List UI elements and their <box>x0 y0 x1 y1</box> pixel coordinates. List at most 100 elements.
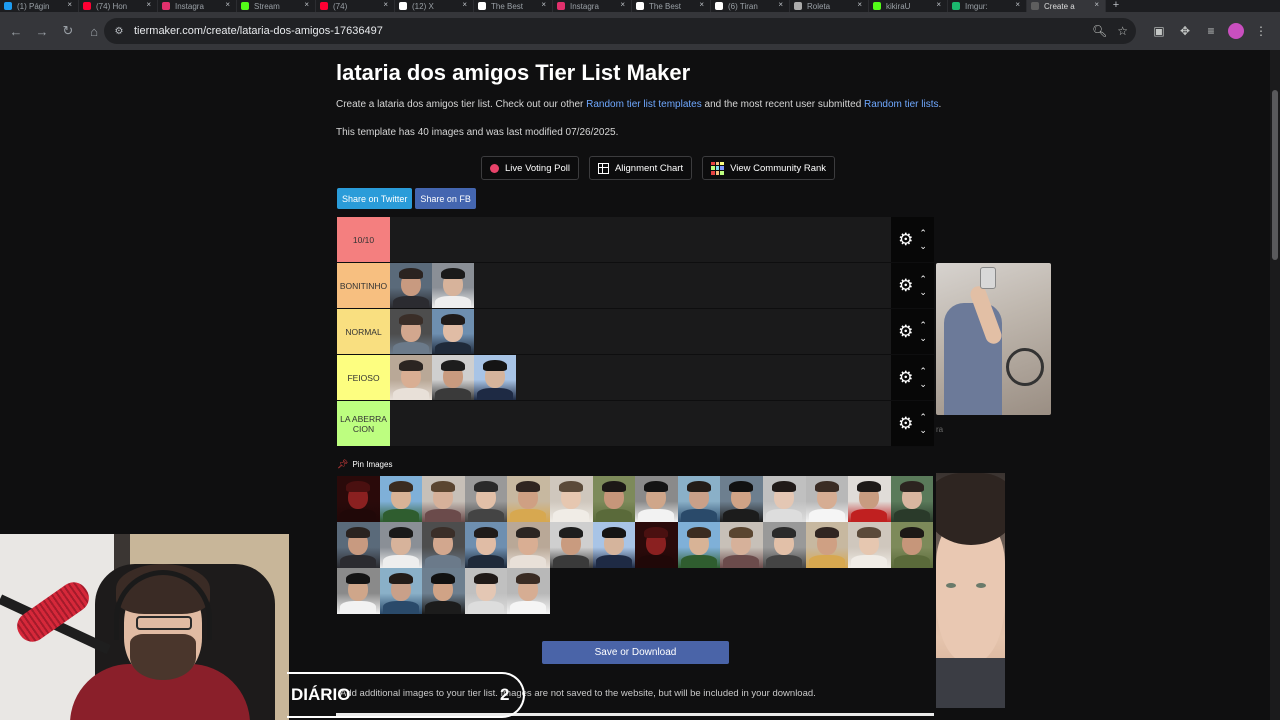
tier-label[interactable]: 10/10 <box>337 217 390 262</box>
tier-image[interactable] <box>677 476 721 522</box>
random-tier-lists-link[interactable]: Random tier lists <box>864 99 938 110</box>
tier-image[interactable] <box>762 476 806 522</box>
tier-image[interactable] <box>762 522 806 568</box>
tier-image[interactable] <box>549 522 593 568</box>
tier-image[interactable] <box>390 263 432 308</box>
tier-label[interactable]: FEIOSO <box>337 355 390 400</box>
tier-image[interactable] <box>507 568 550 614</box>
browser-tab[interactable]: Stream × <box>237 0 316 12</box>
tier-image[interactable] <box>464 476 508 522</box>
move-down-icon[interactable]: ⌄ <box>919 241 927 251</box>
tier-image[interactable] <box>422 522 465 568</box>
tab-close-icon[interactable]: × <box>225 0 230 10</box>
gear-icon[interactable]: ⚙ <box>898 415 913 432</box>
browser-tab[interactable]: (6) Tiran × <box>711 0 790 12</box>
tab-close-icon[interactable]: × <box>857 0 862 10</box>
tab-close-icon[interactable]: × <box>1015 0 1020 10</box>
new-tab-icon[interactable]: + <box>1106 0 1126 11</box>
browser-tab[interactable]: The Best × <box>474 0 553 12</box>
move-down-icon[interactable]: ⌄ <box>919 287 927 297</box>
tier-image[interactable] <box>379 522 423 568</box>
tab-close-icon[interactable]: × <box>699 0 704 10</box>
move-up-icon[interactable]: ⌃ <box>919 366 927 376</box>
browser-tab[interactable]: Instagra × <box>158 0 237 12</box>
live-voting-button[interactable]: Live Voting Poll <box>481 156 579 180</box>
back-icon[interactable]: ← <box>4 19 28 43</box>
tier-image[interactable] <box>379 476 423 522</box>
url-text[interactable]: tiermaker.com/create/lataria-dos-amigos-… <box>134 25 383 37</box>
tab-close-icon[interactable]: × <box>383 0 388 10</box>
tier-label[interactable]: BONITINHO <box>337 263 390 308</box>
tier-image[interactable] <box>337 476 380 522</box>
tab-close-icon[interactable]: × <box>620 0 625 10</box>
site-info-icon[interactable]: ⚙ <box>112 24 126 38</box>
browser-tab[interactable]: Create a × <box>1027 0 1106 12</box>
browser-tab[interactable]: (74) × <box>316 0 395 12</box>
move-up-icon[interactable]: ⌃ <box>919 274 927 284</box>
gear-icon[interactable]: ⚙ <box>898 323 913 340</box>
tier-image[interactable] <box>805 522 849 568</box>
gear-icon[interactable]: ⚙ <box>898 231 913 248</box>
zoom-icon[interactable]: 🔍︎ <box>1092 24 1107 38</box>
browser-tab[interactable]: (1) Págin × <box>0 0 79 12</box>
move-up-icon[interactable]: ⌃ <box>919 320 927 330</box>
tier-image[interactable] <box>635 476 678 522</box>
home-icon[interactable]: ⌂ <box>82 19 106 43</box>
bookmark-star-icon[interactable]: ☆ <box>1117 24 1128 38</box>
tier-image[interactable] <box>677 522 721 568</box>
move-down-icon[interactable]: ⌄ <box>919 379 927 389</box>
reload-icon[interactable]: ↻ <box>56 19 80 43</box>
tier-image[interactable] <box>848 476 891 522</box>
community-rank-button[interactable]: View Community Rank <box>702 156 836 180</box>
move-down-icon[interactable]: ⌄ <box>919 425 927 435</box>
tier-drop-zone[interactable] <box>390 263 891 308</box>
browser-tab[interactable]: (74) Hon × <box>79 0 158 12</box>
menu-icon[interactable]: ⋮ <box>1252 22 1270 40</box>
cast-icon[interactable]: ▣ <box>1150 22 1168 40</box>
tier-image[interactable] <box>337 568 380 614</box>
tier-image[interactable] <box>432 263 474 308</box>
profile-avatar[interactable] <box>1228 23 1244 39</box>
tier-image[interactable] <box>390 355 432 400</box>
browser-tab[interactable]: Imgur: × <box>948 0 1027 12</box>
browser-tab[interactable]: The Best × <box>632 0 711 12</box>
tier-image[interactable] <box>635 522 678 568</box>
extensions-icon[interactable]: ✥ <box>1176 22 1194 40</box>
tier-drop-zone[interactable] <box>390 401 891 446</box>
tab-close-icon[interactable]: × <box>67 0 72 10</box>
reading-list-icon[interactable]: ≡ <box>1202 22 1220 40</box>
alignment-chart-button[interactable]: Alignment Chart <box>588 156 693 180</box>
tier-image[interactable] <box>474 355 516 400</box>
tab-close-icon[interactable]: × <box>462 0 467 10</box>
browser-tab[interactable]: kikiraU × <box>869 0 948 12</box>
save-download-button[interactable]: Save or Download <box>542 641 729 664</box>
random-templates-link[interactable]: Random tier list templates <box>586 99 702 110</box>
tier-image[interactable] <box>592 522 636 568</box>
tier-label[interactable]: NORMAL <box>337 309 390 354</box>
share-twitter-button[interactable]: Share on Twitter <box>337 188 413 209</box>
tier-drop-zone[interactable] <box>390 355 891 400</box>
share-fb-button[interactable]: Share on FB <box>415 188 476 209</box>
tab-close-icon[interactable]: × <box>1094 0 1099 10</box>
browser-tab[interactable]: Instagra × <box>553 0 632 12</box>
gear-icon[interactable]: ⚙ <box>898 369 913 386</box>
tier-image[interactable] <box>592 476 636 522</box>
address-bar[interactable]: ⚙ tiermaker.com/create/lataria-dos-amigo… <box>104 18 1136 44</box>
tier-image[interactable] <box>720 522 763 568</box>
tier-image[interactable] <box>432 309 474 354</box>
tier-label[interactable]: LA ABERRACION <box>337 401 390 446</box>
tier-image[interactable] <box>549 476 593 522</box>
move-up-icon[interactable]: ⌃ <box>919 412 927 422</box>
browser-tab[interactable]: (12) X × <box>395 0 474 12</box>
gear-icon[interactable]: ⚙ <box>898 277 913 294</box>
tier-image[interactable] <box>464 522 508 568</box>
tier-image[interactable] <box>422 476 465 522</box>
tab-close-icon[interactable]: × <box>541 0 546 10</box>
move-up-icon[interactable]: ⌃ <box>919 228 927 238</box>
tier-image[interactable] <box>890 522 934 568</box>
move-down-icon[interactable]: ⌄ <box>919 333 927 343</box>
tier-image[interactable] <box>805 476 849 522</box>
tab-close-icon[interactable]: × <box>146 0 151 10</box>
tier-image[interactable] <box>464 568 508 614</box>
tier-image[interactable] <box>507 522 550 568</box>
